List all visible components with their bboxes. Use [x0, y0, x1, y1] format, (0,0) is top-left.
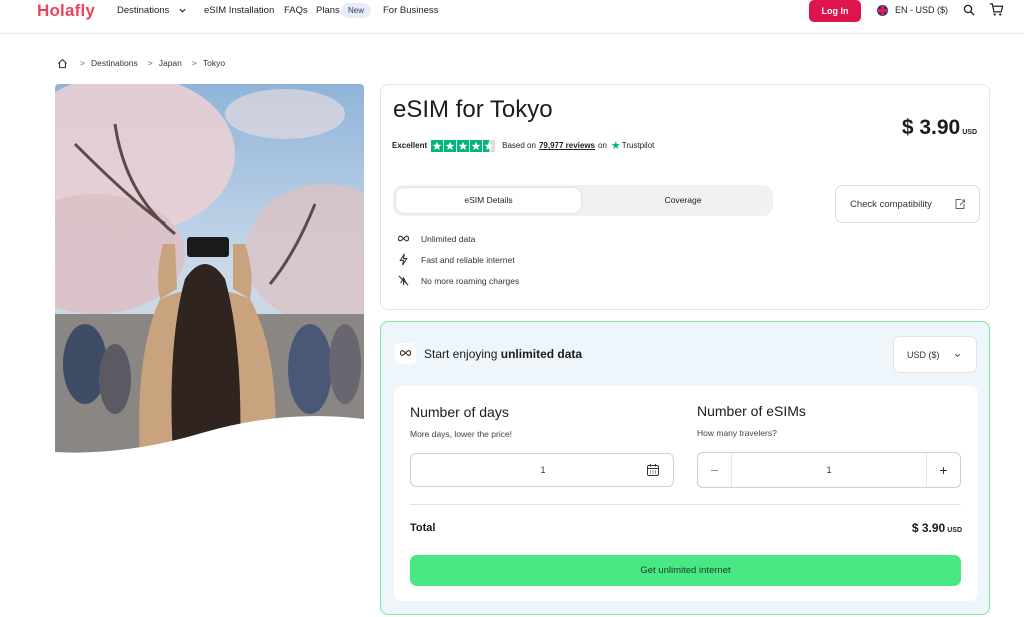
lightning-icon [399, 253, 408, 266]
star-icon [444, 139, 457, 152]
on-text: on [598, 141, 607, 150]
infinity-badge [395, 343, 416, 364]
home-icon[interactable] [57, 58, 68, 69]
purchase-card: Start enjoying unlimited data USD ($) Nu… [380, 321, 990, 615]
feature-label: Unlimited data [421, 233, 476, 244]
heading-prefix: Start enjoying [424, 347, 498, 361]
language-currency-selector[interactable]: EN - USD ($) [895, 5, 948, 15]
esims-subtitle: How many travelers? [697, 428, 777, 438]
feature-item: Unlimited data [397, 228, 519, 249]
chevron-down-icon [954, 353, 961, 358]
breadcrumb-separator: > [80, 58, 85, 68]
price-amount: $ 3.90 [901, 116, 961, 139]
flag-uk-icon[interactable] [877, 5, 888, 16]
page-title: eSIM for Tokyo [393, 96, 553, 123]
feature-item: Fast and reliable internet [397, 249, 519, 270]
total-currency: USD [947, 527, 962, 534]
heading-bold: unlimited data [500, 347, 583, 361]
breadcrumb: > Destinations > Japan > Tokyo [57, 56, 235, 70]
chevron-down-icon[interactable] [178, 6, 187, 15]
star-icon [470, 139, 483, 152]
days-subtitle: More days, lower the price! [410, 429, 513, 439]
reviews-link[interactable]: 79,977 reviews [539, 141, 595, 150]
tab-coverage[interactable]: Coverage [593, 188, 773, 213]
total-amount: $ 3.90 [911, 521, 946, 535]
login-button[interactable]: Log In [809, 0, 861, 22]
breadcrumb-separator: > [191, 58, 197, 68]
purchase-heading: Start enjoying unlimited data [424, 347, 582, 361]
feature-list: Unlimited data Fast and reliable interne… [397, 228, 519, 291]
nav-faqs[interactable]: FAQs [284, 5, 308, 16]
days-value: 1 [540, 465, 546, 475]
breadcrumb-tokyo: Tokyo [202, 58, 226, 68]
feature-label: Fast and reliable internet [421, 254, 515, 265]
get-unlimited-internet-button[interactable]: Get unlimited internet [410, 555, 961, 586]
half-star-icon [483, 139, 496, 152]
increment-button[interactable]: + [926, 453, 960, 487]
top-navbar: Holafly Destinations eSIM Installation F… [0, 0, 1024, 34]
check-compatibility-label: Check compatibility [850, 199, 932, 210]
nav-for-business[interactable]: For Business [383, 5, 438, 16]
cart-icon[interactable] [989, 2, 1004, 17]
breadcrumb-japan[interactable]: Japan [159, 58, 182, 68]
nav-destinations[interactable]: Destinations [117, 5, 169, 16]
hero-image-tokyo-cherry-blossom [55, 84, 364, 453]
product-card: eSIM for Tokyo Excellent Based on 79,977… [380, 84, 990, 310]
purchase-form: Number of days More days, lower the pric… [394, 386, 978, 601]
rating-word: Excellent [392, 141, 428, 150]
tab-esim-details[interactable]: eSIM Details [396, 188, 581, 213]
breadcrumb-destinations[interactable]: Destinations [91, 58, 138, 68]
search-icon[interactable] [963, 4, 975, 16]
esims-stepper: − 1 + [697, 452, 961, 488]
currency-select[interactable]: USD ($) [893, 336, 977, 373]
infinity-icon [397, 235, 410, 242]
breadcrumb-separator: > [147, 58, 153, 68]
star-icon [431, 139, 444, 152]
total-label: Total [410, 522, 436, 534]
currency-select-value: USD ($) [907, 350, 940, 360]
trustpilot-rating: Excellent Based on 79,977 reviews on ★ T… [392, 139, 654, 152]
no-roaming-icon [398, 275, 409, 286]
product-price: $ 3.90 USD [902, 116, 977, 140]
esims-title: Number of eSIMs [697, 403, 806, 419]
external-link-icon [955, 199, 965, 209]
divider [410, 504, 961, 505]
star-icon [457, 139, 470, 152]
esims-value[interactable]: 1 [732, 465, 926, 475]
feature-item: No more roaming charges [397, 270, 519, 291]
feature-label: No more roaming charges [421, 275, 520, 286]
check-compatibility-button[interactable]: Check compatibility [835, 185, 980, 223]
new-badge: New [341, 3, 372, 18]
based-on-text: Based on [502, 141, 536, 150]
days-title: Number of days [410, 404, 509, 420]
nav-esim-installation[interactable]: eSIM Installation [204, 5, 274, 16]
rating-stars [431, 139, 496, 152]
decrement-button[interactable]: − [698, 453, 732, 487]
price-currency: USD [962, 129, 977, 136]
days-input[interactable]: 1 [410, 453, 674, 487]
trustpilot-star-icon: ★ [610, 140, 621, 152]
trustpilot-logo[interactable]: ★ Trustpilot [611, 139, 654, 152]
details-tabs: eSIM Details Coverage [393, 185, 773, 216]
trustpilot-label: Trustpilot [621, 141, 655, 150]
infinity-icon [399, 350, 412, 356]
nav-plans[interactable]: Plans [316, 5, 340, 16]
total-value: $ 3.90 USD [912, 521, 962, 535]
calendar-icon[interactable] [646, 463, 660, 477]
holafly-logo[interactable]: Holafly [37, 1, 95, 21]
